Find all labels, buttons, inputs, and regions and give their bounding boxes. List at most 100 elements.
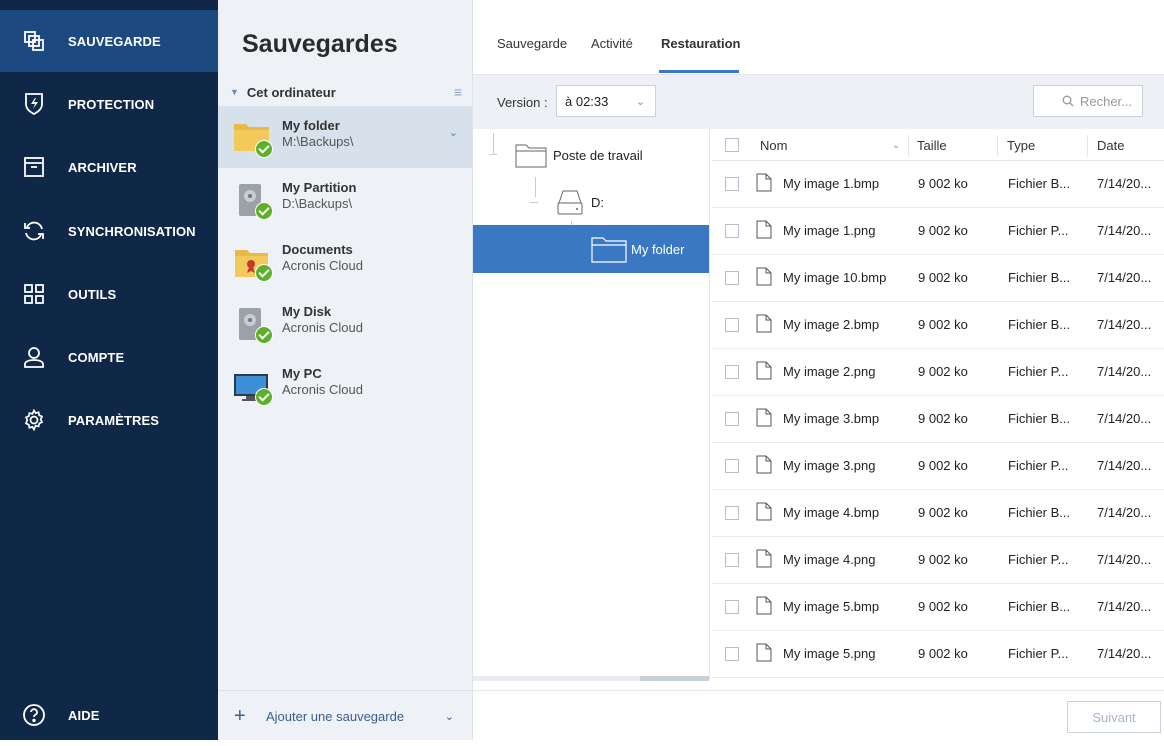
tree-node-label: D: (591, 194, 604, 210)
chevron-down-icon[interactable]: ⌄ (449, 126, 458, 139)
nav-item-protection[interactable]: PROTECTION (0, 73, 218, 135)
chevron-down-icon[interactable]: ⌄ (445, 710, 454, 723)
chevron-down-icon: ⌄ (635, 95, 645, 108)
nav-label: PARAMÈTRES (68, 412, 160, 428)
backup-item[interactable]: My PC Acronis Cloud (218, 354, 472, 416)
group-header[interactable]: ▼ Cet ordinateur ≡ (230, 83, 462, 101)
tree-node-my-folder[interactable]: My folder (473, 225, 709, 273)
column-name[interactable]: Nom (760, 138, 787, 153)
table-row[interactable]: My image 2.bmp 9 002 ko Fichier B... 7/14/2… (712, 301, 1164, 349)
backup-item[interactable]: My Disk Acronis Cloud (218, 292, 472, 354)
row-checkbox[interactable] (725, 600, 739, 614)
success-check-icon (255, 326, 273, 344)
nav-item-archive[interactable]: ARCHIVER (0, 136, 218, 198)
row-checkbox[interactable] (725, 553, 739, 567)
file-type: Fichier P... (1008, 552, 1069, 567)
tree-node-workstation[interactable]: Poste de travail (515, 139, 643, 171)
table-row[interactable]: My image 3.png 9 002 ko Fichier P... 7/14/2… (712, 442, 1164, 490)
file-type: Fichier B... (1008, 317, 1071, 332)
table-row[interactable]: My image 5.png 9 002 ko Fichier P... 7/14/2… (712, 630, 1164, 678)
horizontal-scrollbar[interactable] (473, 676, 709, 681)
row-checkbox[interactable] (725, 318, 739, 332)
file-size: 9 002 ko (918, 176, 968, 191)
column-size[interactable]: Taille (917, 138, 947, 153)
file-size: 9 002 ko (918, 411, 968, 426)
row-checkbox[interactable] (725, 506, 739, 520)
add-backup-button[interactable]: + Ajouter une sauvegarde ⌄ (218, 690, 472, 741)
column-type[interactable]: Type (1007, 138, 1035, 153)
file-icon (756, 408, 772, 427)
row-checkbox[interactable] (725, 365, 739, 379)
file-size: 9 002 ko (918, 505, 968, 520)
nav-item-settings[interactable]: PARAMÈTRES (0, 389, 218, 451)
backup-location: D:\Backups\ (282, 196, 353, 211)
scrollbar-thumb[interactable] (640, 676, 709, 681)
file-date: 7/14/20... (1097, 646, 1152, 661)
table-row[interactable]: My image 4.png 9 002 ko Fichier P... 7/14/2… (712, 536, 1164, 584)
file-date: 7/14/20... (1097, 599, 1152, 614)
menu-icon[interactable]: ≡ (454, 84, 462, 100)
nav-item-sync[interactable]: SYNCHRONISATION (0, 200, 218, 262)
tree-line (535, 177, 536, 197)
file-type: Fichier P... (1008, 646, 1069, 661)
tree-line (530, 202, 538, 203)
column-divider[interactable] (997, 135, 998, 157)
backup-name: My Disk (282, 304, 332, 319)
table-row[interactable]: My image 1.png 9 002 ko Fichier P... 7/14/2… (712, 207, 1164, 255)
next-button[interactable]: Suivant (1067, 701, 1161, 733)
tab-activity[interactable]: Activité (591, 36, 633, 51)
version-label: Version : (497, 95, 548, 110)
file-name: My image 3.png (783, 458, 876, 473)
tab-recovery[interactable]: Restauration (661, 36, 740, 51)
row-checkbox[interactable] (725, 177, 739, 191)
drive-icon (557, 190, 583, 215)
file-date: 7/14/20... (1097, 552, 1152, 567)
table-row[interactable]: My image 3.bmp 9 002 ko Fichier B... 7/14/2… (712, 395, 1164, 443)
file-size: 9 002 ko (918, 458, 968, 473)
sort-chevron-icon[interactable]: ⌄ (892, 140, 900, 151)
nav-label: COMPTE (68, 349, 125, 365)
nav-item-tools[interactable]: OUTILS (0, 263, 218, 325)
row-checkbox[interactable] (725, 459, 739, 473)
file-icon (756, 361, 772, 380)
file-name: My image 4.png (783, 552, 876, 567)
nav-item-account[interactable]: COMPTE (0, 326, 218, 388)
table-row[interactable]: My image 2.png 9 002 ko Fichier P... 7/14/2… (712, 348, 1164, 396)
file-date: 7/14/20... (1097, 505, 1152, 520)
column-divider[interactable] (908, 135, 909, 157)
tree-node-drive-d[interactable]: D: (555, 185, 604, 219)
tools-grid-icon (19, 283, 49, 305)
file-icon (756, 220, 772, 239)
table-row[interactable]: My image 1.bmp 9 002 ko Fichier B... 7/14/2… (712, 160, 1164, 208)
row-checkbox[interactable] (725, 271, 739, 285)
file-date: 7/14/20... (1097, 317, 1152, 332)
success-check-icon (255, 388, 273, 406)
row-checkbox[interactable] (725, 647, 739, 661)
file-type: Fichier B... (1008, 599, 1071, 614)
backup-item[interactable]: My folder M:\Backups\ ⌄ (218, 106, 472, 168)
file-size: 9 002 ko (918, 552, 968, 567)
table-row[interactable]: My image 4.bmp 9 002 ko Fichier B... 7/14/2… (712, 489, 1164, 537)
table-row[interactable]: My image 10.bmp 9 002 ko Fichier B... 7/14/… (712, 254, 1164, 302)
table-row[interactable]: My image 5.bmp 9 002 ko Fichier B... 7/14/2… (712, 583, 1164, 631)
select-all-checkbox[interactable] (725, 138, 739, 152)
file-type: Fichier B... (1008, 505, 1071, 520)
row-checkbox[interactable] (725, 224, 739, 238)
backup-item[interactable]: My Partition D:\Backups\ (218, 168, 472, 230)
tree-line (493, 133, 494, 155)
file-table: Nom ⌄ Taille Type Date My image 1.bmp 9 0… (712, 129, 1164, 680)
row-checkbox[interactable] (725, 412, 739, 426)
file-name: My image 4.bmp (783, 505, 880, 520)
backup-item[interactable]: Documents Acronis Cloud (218, 230, 472, 292)
version-select[interactable]: à 02:33 ⌄ (556, 85, 656, 117)
page-title: Sauvegardes (242, 30, 398, 58)
column-date[interactable]: Date (1097, 138, 1124, 153)
nav-item-backup[interactable]: SAUVEGARDE (0, 10, 218, 72)
file-name: My image 2.png (783, 364, 876, 379)
tab-backup[interactable]: Sauvegarde (497, 36, 567, 51)
column-divider[interactable] (1087, 135, 1088, 157)
tree-node-label: Poste de travail (553, 147, 643, 163)
search-input[interactable]: Recher... (1033, 85, 1143, 117)
nav-item-help[interactable]: AIDE (0, 684, 218, 746)
file-icon (756, 502, 772, 521)
